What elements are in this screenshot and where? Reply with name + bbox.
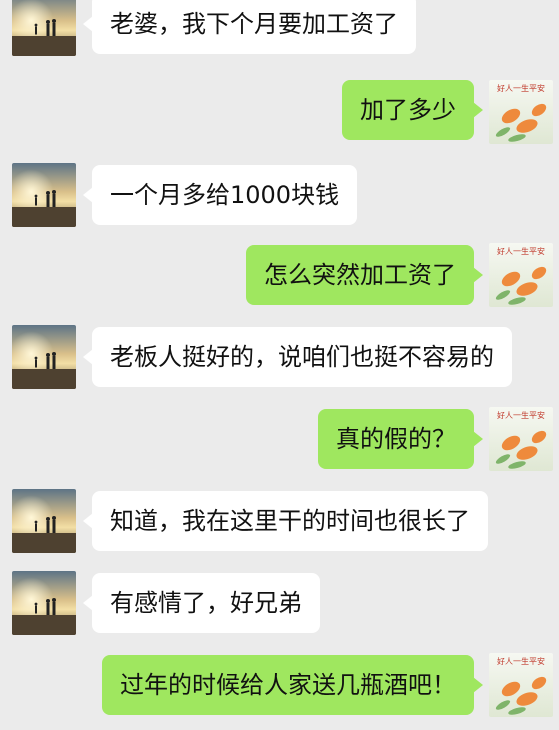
message-row: 真的假的？ 好人一生平安 — [0, 407, 559, 477]
avatar-caption: 好人一生平安 — [497, 83, 545, 93]
incoming-message-bubble: 有感情了，好兄弟 — [83, 573, 320, 633]
message-row: 知道，我在这里干的时间也很长了 — [0, 489, 559, 559]
message-row: 怎么突然加工资了 好人一生平安 — [0, 243, 559, 313]
avatar-caption: 好人一生平安 — [497, 410, 545, 420]
incoming-message-bubble: 知道，我在这里干的时间也很长了 — [83, 491, 488, 551]
outgoing-message-bubble: 怎么突然加工资了 — [246, 245, 483, 305]
outgoing-message-bubble: 真的假的？ — [318, 409, 483, 469]
beach-couple-avatar-icon[interactable] — [12, 0, 76, 56]
beach-couple-avatar-icon[interactable] — [12, 489, 76, 553]
message-row: 过年的时候给人家送几瓶酒吧！ 好人一生平安 — [0, 653, 559, 723]
flower-avatar-icon[interactable]: 好人一生平安 — [489, 243, 553, 307]
flower-avatar-icon[interactable]: 好人一生平安 — [489, 80, 553, 144]
incoming-message-bubble: 一个月多给1000块钱 — [82, 165, 358, 225]
message-row: 加了多少 好人一生平安 — [0, 80, 559, 150]
beach-couple-avatar-icon[interactable] — [12, 325, 76, 389]
avatar-caption: 好人一生平安 — [497, 246, 545, 256]
outgoing-message-bubble: 加了多少 — [342, 80, 483, 140]
message-row: 老板人挺好的，说咱们也挺不容易的 — [0, 325, 559, 395]
avatar-caption: 好人一生平安 — [497, 656, 545, 666]
incoming-message-bubble: 老板人挺好的，说咱们也挺不容易的 — [83, 327, 512, 387]
message-row: 老婆，我下个月要加工资了 — [0, 0, 559, 70]
beach-couple-avatar-icon[interactable] — [12, 163, 76, 227]
message-row: 一个月多给1000块钱 — [0, 163, 559, 233]
outgoing-message-bubble: 过年的时候给人家送几瓶酒吧！ — [102, 655, 483, 715]
flower-avatar-icon[interactable]: 好人一生平安 — [489, 653, 553, 717]
chat-area: 老婆，我下个月要加工资了 加了多少 好人一生平安 一个月多给1000块钱 怎么突… — [0, 0, 559, 730]
incoming-message-bubble: 老婆，我下个月要加工资了 — [83, 0, 416, 54]
beach-couple-avatar-icon[interactable] — [12, 571, 76, 635]
message-row: 有感情了，好兄弟 — [0, 571, 559, 641]
flower-avatar-icon[interactable]: 好人一生平安 — [489, 407, 553, 471]
